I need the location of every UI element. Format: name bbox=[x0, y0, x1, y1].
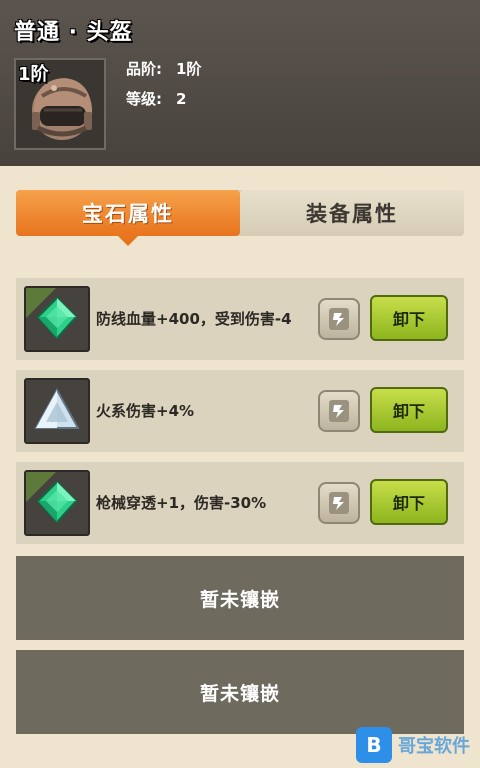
tier-badge: 1阶 bbox=[18, 64, 49, 85]
green-gem-icon bbox=[36, 480, 78, 524]
tab-gem-attributes[interactable]: 宝石属性 bbox=[16, 190, 240, 246]
tabs-bar: 宝石属性 装备属性 bbox=[16, 190, 464, 246]
swap-icon bbox=[329, 492, 349, 514]
item-icon-frame[interactable]: 1阶 bbox=[14, 58, 106, 150]
grade-label: 品阶: bbox=[126, 60, 162, 78]
gem-row: 防线血量+400，受到伤害-4 卸下 bbox=[16, 278, 464, 360]
tab-equipment-attributes[interactable]: 装备属性 bbox=[240, 190, 464, 236]
gem-attribute-text: 枪械穿透+1，伤害-30% bbox=[96, 493, 267, 512]
swap-icon bbox=[329, 400, 349, 422]
gem-row: 枪械穿透+1，伤害-30% 卸下 bbox=[16, 462, 464, 544]
gem-slot[interactable] bbox=[24, 286, 90, 352]
item-title: 普通 · 头盔 bbox=[14, 20, 133, 45]
unload-button[interactable]: 卸下 bbox=[370, 295, 448, 341]
gem-slot[interactable] bbox=[24, 378, 90, 444]
grade-value: 1阶 bbox=[176, 60, 202, 78]
gem-row: 火系伤害+4% 卸下 bbox=[16, 370, 464, 452]
swap-button[interactable] bbox=[318, 298, 360, 340]
unload-button[interactable]: 卸下 bbox=[370, 387, 448, 433]
unload-button[interactable]: 卸下 bbox=[370, 479, 448, 525]
level-value: 2 bbox=[176, 90, 187, 108]
swap-icon bbox=[329, 308, 349, 330]
grade-info: 品阶: 1阶 bbox=[126, 58, 201, 79]
triangle-gem-icon bbox=[34, 387, 80, 429]
watermark-text: 哥宝软件 bbox=[398, 736, 470, 757]
gem-attribute-text: 火系伤害+4% bbox=[96, 401, 195, 420]
watermark-logo-icon: B bbox=[356, 727, 392, 763]
item-header: 普通 · 头盔 1阶 品阶: 1阶 等级: 2 bbox=[0, 0, 480, 166]
level-info: 等级: 2 bbox=[126, 88, 186, 109]
green-gem-icon bbox=[36, 296, 78, 340]
watermark: B 哥宝软件 bbox=[356, 722, 480, 768]
level-label: 等级: bbox=[126, 90, 162, 108]
swap-button[interactable] bbox=[318, 390, 360, 432]
gem-attribute-text: 防线血量+400，受到伤害-4 bbox=[96, 309, 292, 328]
gem-slot[interactable] bbox=[24, 470, 90, 536]
swap-button[interactable] bbox=[318, 482, 360, 524]
empty-gem-slot[interactable]: 暂未镶嵌 bbox=[16, 556, 464, 640]
